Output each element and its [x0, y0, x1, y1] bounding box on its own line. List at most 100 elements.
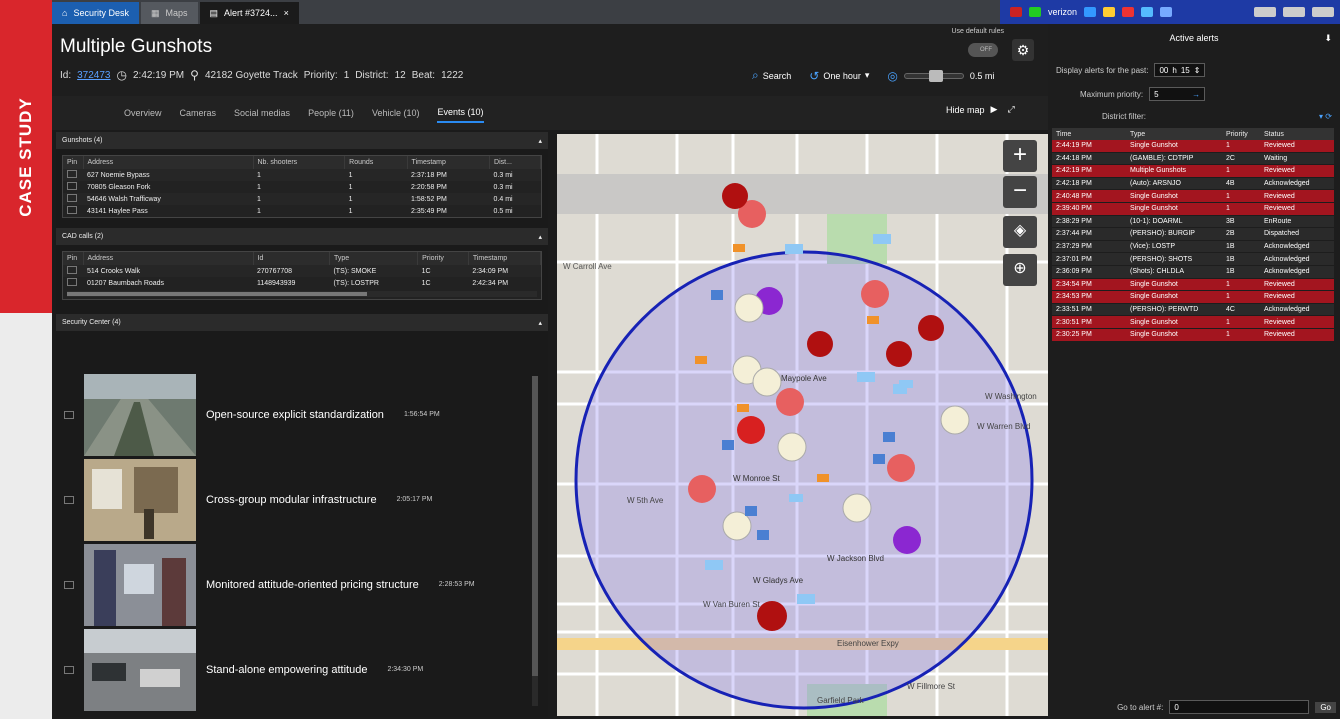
table-row[interactable]: 54646 Walsh Trafficway 1 1 1:58:52 PM 0.…	[63, 193, 541, 205]
alert-id-link[interactable]: 372473	[77, 70, 110, 81]
search-button[interactable]: ⌕ Search	[752, 68, 791, 83]
camera-thumbnail[interactable]	[84, 543, 196, 626]
list-item[interactable]: Open-source explicit standardization 1:5…	[56, 372, 542, 457]
alert-row[interactable]: 2:40:48 PM Single Gunshot 1 Reviewed	[1052, 190, 1334, 203]
vertical-scrollbar[interactable]	[532, 376, 538, 706]
camera-thumbnail[interactable]	[84, 628, 196, 711]
pin-checkbox[interactable]	[64, 665, 74, 674]
collapse-icon[interactable]: ▴	[538, 233, 542, 241]
map-view[interactable]: W Carroll Ave Maypole Ave W Monroe St W …	[557, 134, 1051, 716]
alert-row[interactable]: 2:36:09 PM (Shots): CHLDLA 1B Acknowledged	[1052, 265, 1334, 279]
pin-checkbox[interactable]	[64, 580, 74, 589]
tab-overview[interactable]: Overview	[124, 104, 162, 122]
locate-icon[interactable]: ⊕	[1003, 254, 1037, 286]
time-range-dropdown[interactable]: ↺ One hour ▾	[809, 69, 869, 83]
alert-tray-icon[interactable]	[1010, 7, 1022, 17]
pin-checkbox[interactable]	[67, 194, 77, 202]
gunshots-panel-header[interactable]: Gunshots (4) ▴	[56, 132, 548, 149]
carrier-label: verizon	[1048, 7, 1078, 17]
list-item[interactable]: Cross-group modular infrastructure 2:05:…	[56, 457, 542, 542]
radius-slider[interactable]	[903, 69, 964, 82]
messages-icon[interactable]	[1122, 7, 1135, 17]
cad-panel-header[interactable]: CAD calls (2) ▴	[56, 228, 548, 245]
max-priority-row: Maximum priority: 5 →	[1048, 84, 1340, 104]
security-center-panel-header[interactable]: Security Center (4) ▴	[56, 314, 548, 331]
camera-thumbnail[interactable]	[84, 373, 196, 456]
alert-row[interactable]: 2:44:19 PM Single Gunshot 1 Reviewed	[1052, 140, 1334, 153]
table-row[interactable]: 514 Crooks Walk 270767708 (TS): SMOKE 1C…	[63, 265, 541, 277]
close-window-icon[interactable]	[1312, 7, 1334, 17]
alert-row[interactable]: 2:30:51 PM Single Gunshot 1 Reviewed	[1052, 316, 1334, 329]
globe-icon[interactable]	[1160, 7, 1173, 17]
list-item[interactable]: Stand-alone empowering attitude 2:34:30 …	[56, 627, 542, 712]
pin-checkbox[interactable]	[67, 206, 77, 214]
alert-row[interactable]: 2:37:01 PM (PERSHO): SHOTS 1B Acknowledged	[1052, 253, 1334, 266]
collapse-icon[interactable]: ▴	[538, 319, 542, 327]
pin-checkbox[interactable]	[64, 410, 74, 419]
minimize-icon[interactable]	[1254, 7, 1276, 17]
cad-grid: Pin Address Id Type Priority Timestamp 5…	[62, 251, 542, 300]
events-pane: Gunshots (4) ▴ Pin Address Nb. shooters …	[56, 132, 548, 717]
alert-row[interactable]: 2:44:18 PM (GAMBLE): CDTPIP 2C Waiting	[1052, 152, 1334, 166]
alert-cell-priority: 1	[1226, 293, 1230, 301]
tab-maps[interactable]: ▦ Maps	[140, 2, 198, 24]
horizontal-scrollbar[interactable]	[67, 291, 537, 297]
alert-cell-time: 2:37:29 PM	[1056, 243, 1092, 251]
alert-row[interactable]: 2:42:19 PM Multiple Gunshots 1 Reviewed	[1052, 165, 1334, 178]
hide-map-button[interactable]: Hide map ▶	[946, 104, 997, 115]
table-row[interactable]: 01207 Baumbach Roads 1148943939 (TS): LO…	[63, 277, 541, 289]
table-row[interactable]: 627 Noemie Bypass 1 1 2:37:18 PM 0.3 mi	[63, 169, 541, 181]
zoom-out-button[interactable]: −	[1003, 176, 1037, 208]
alert-row[interactable]: 2:34:54 PM Single Gunshot 1 Reviewed	[1052, 278, 1334, 292]
pin-checkbox[interactable]	[67, 266, 77, 274]
close-icon[interactable]: ×	[284, 8, 289, 18]
search-icon: ⌕	[752, 68, 759, 82]
list-item[interactable]: Monitored attitude-oriented pricing stru…	[56, 542, 542, 627]
zoom-in-button[interactable]: +	[1003, 140, 1037, 172]
display-period-input[interactable]: 00 h 15 ⇕	[1154, 63, 1206, 77]
tab-social-medias[interactable]: Social medias	[234, 104, 290, 122]
collapse-icon[interactable]: ▴	[538, 137, 542, 145]
default-rules-toggle[interactable]: OFF	[968, 43, 998, 57]
go-button[interactable]: Go	[1315, 701, 1336, 713]
pin-checkbox[interactable]	[67, 182, 77, 190]
alert-row[interactable]: 2:37:44 PM (PERSHO): BURGIP 2B Dispatched	[1052, 228, 1334, 241]
alert-row[interactable]: 2:42:18 PM (Auto): ARSNJO 4B Acknowledged	[1052, 177, 1334, 191]
camera-thumbnail[interactable]	[84, 458, 196, 541]
table-row[interactable]: 43141 Haylee Pass 1 1 2:35:49 PM 0.5 mi	[63, 205, 541, 217]
table-row[interactable]: 70805 Gleason Fork 1 1 2:20:58 PM 0.3 mi	[63, 181, 541, 193]
alert-row[interactable]: 2:39:40 PM Single Gunshot 1 Reviewed	[1052, 202, 1334, 216]
volume-icon[interactable]	[1141, 7, 1154, 17]
pin-checkbox[interactable]	[67, 278, 77, 286]
gear-icon[interactable]: ⚙	[1012, 39, 1034, 61]
filter-dropdown[interactable]: ▾ ⟳	[1319, 112, 1332, 121]
alert-row[interactable]: 2:34:53 PM Single Gunshot 1 Reviewed	[1052, 291, 1334, 304]
layers-icon[interactable]: ◈	[1003, 216, 1037, 248]
spin-icon[interactable]: ⇕	[1194, 66, 1201, 75]
active-alerts-header: Active alerts ⬇	[1048, 24, 1340, 52]
alert-cell-type: Single Gunshot	[1130, 192, 1178, 200]
alert-row[interactable]: 2:37:29 PM (Vice): LOSTP 1B Acknowledged	[1052, 240, 1334, 254]
tab-alert[interactable]: ▤ Alert #3724... ×	[199, 2, 299, 24]
max-priority-input[interactable]: 5 →	[1149, 87, 1206, 101]
tab-security-desk[interactable]: ⌂ Security Desk	[52, 2, 139, 24]
alert-cell-priority: 4C	[1226, 306, 1235, 314]
pin-checkbox[interactable]	[67, 170, 77, 178]
alert-cell-status: Acknowledged	[1264, 243, 1310, 251]
expand-icon[interactable]: ⤢	[1007, 104, 1014, 115]
pin-window-icon[interactable]: ⬇	[1324, 24, 1332, 52]
tab-events[interactable]: Events (10)	[437, 103, 484, 123]
alert-row[interactable]: 2:30:25 PM Single Gunshot 1 Reviewed	[1052, 328, 1334, 342]
alert-row[interactable]: 2:33:51 PM (PERSHO): PERWTD 4C Acknowledged	[1052, 303, 1334, 317]
tab-cameras[interactable]: Cameras	[180, 104, 217, 122]
alert-row[interactable]: 2:38:29 PM (10-1): DOARML 3B EnRoute	[1052, 215, 1334, 229]
alert-cell-type: Single Gunshot	[1130, 331, 1178, 339]
tab-vehicle[interactable]: Vehicle (10)	[372, 104, 420, 122]
alert-cell-time: 2:37:01 PM	[1056, 255, 1092, 263]
pin-checkbox[interactable]	[64, 495, 74, 504]
goto-alert-input[interactable]: 0	[1169, 700, 1310, 714]
notification-icon[interactable]	[1103, 7, 1116, 17]
alert-cell-priority: 1B	[1226, 255, 1235, 263]
maximize-icon[interactable]	[1283, 7, 1305, 17]
tab-people[interactable]: People (11)	[308, 104, 354, 122]
